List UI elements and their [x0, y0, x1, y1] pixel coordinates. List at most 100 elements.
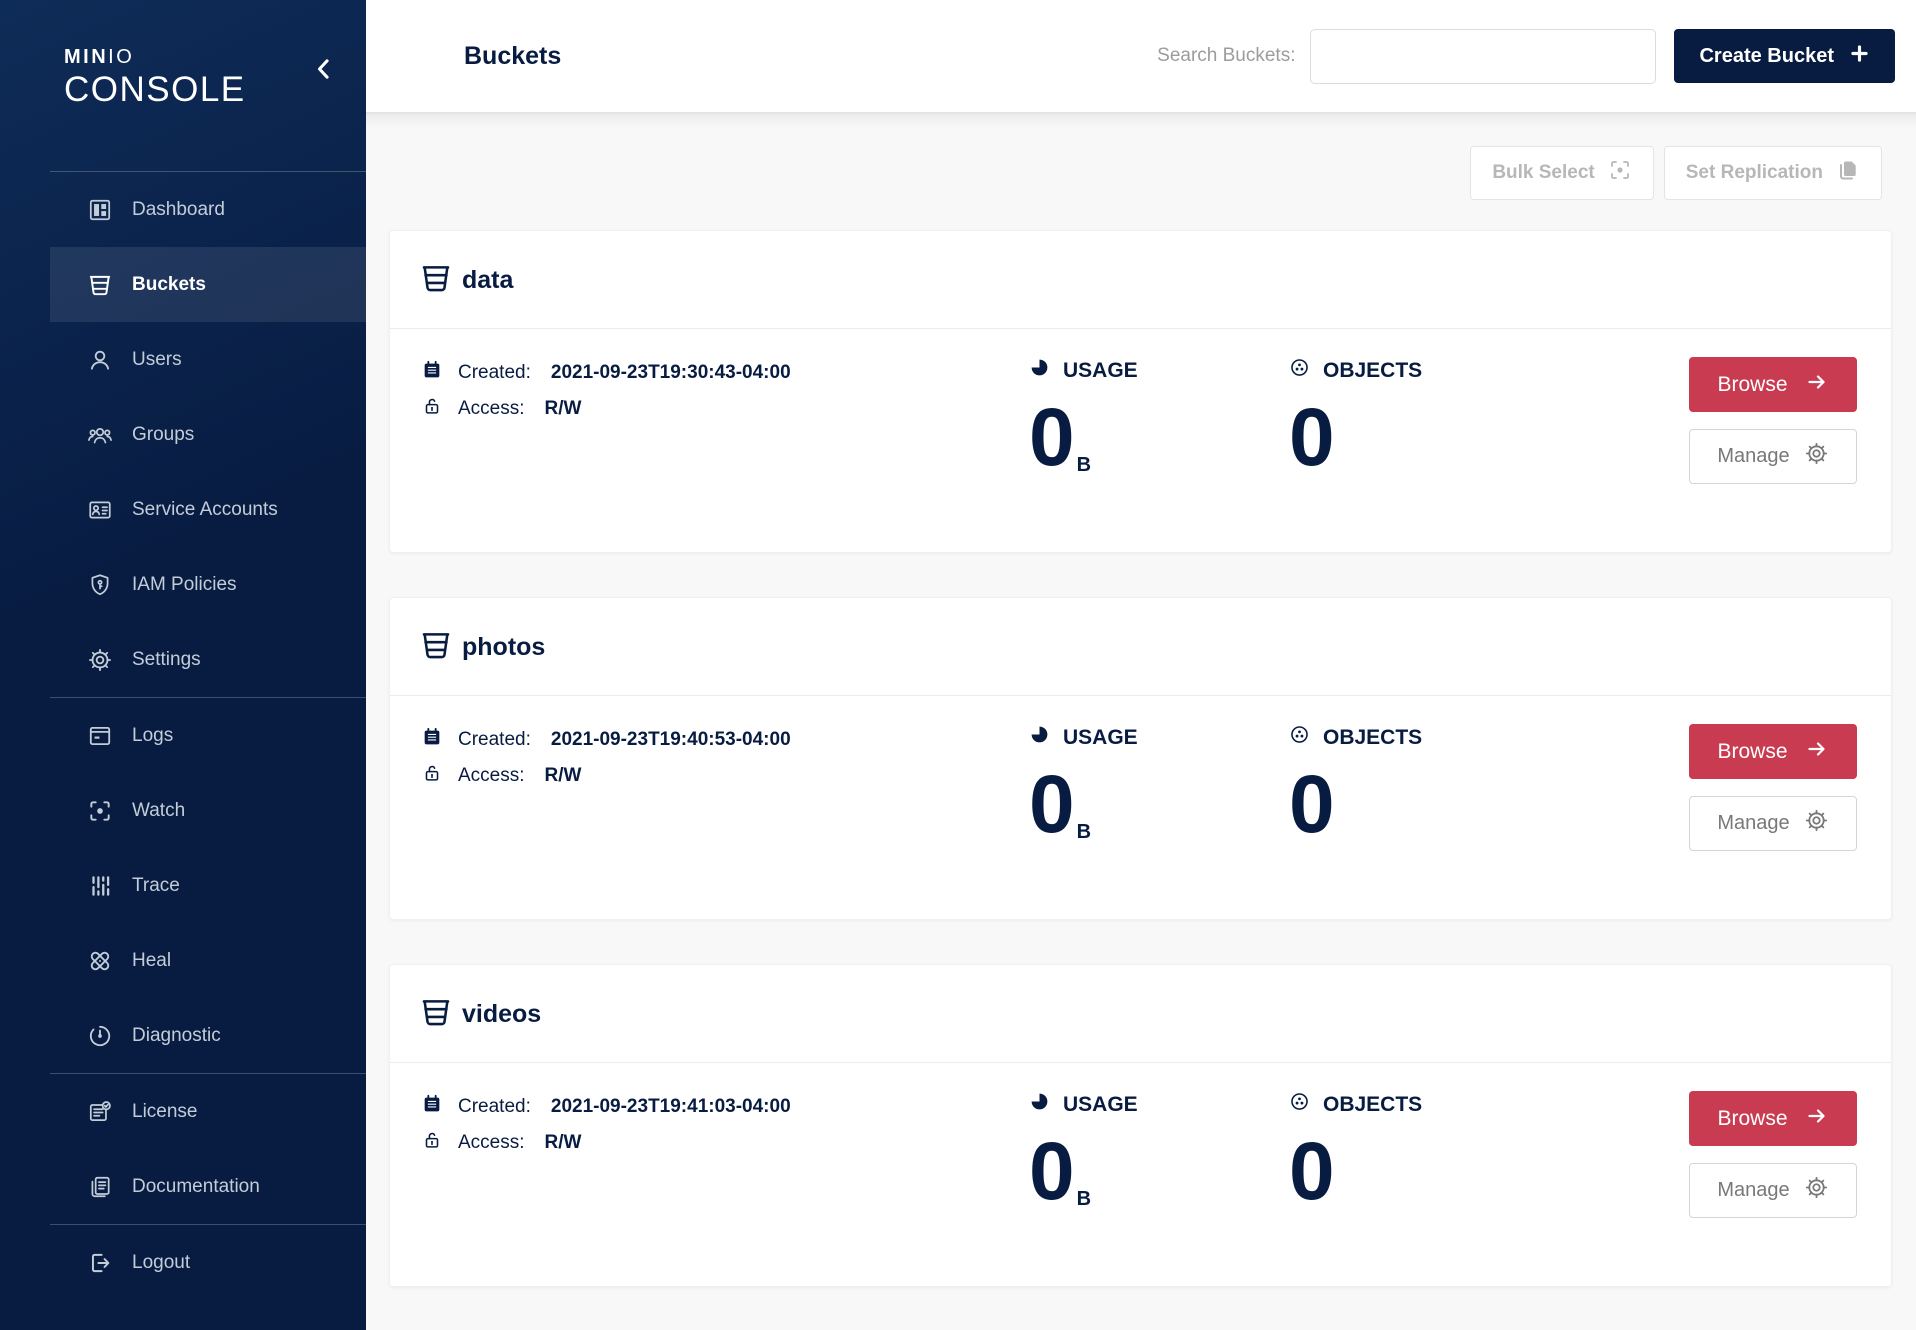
access-label: Access:	[458, 765, 525, 786]
usage-metric: USAGE 0B	[1029, 357, 1289, 483]
bucket-icon	[419, 261, 453, 300]
sidebar-item-buckets[interactable]: Buckets	[50, 247, 366, 322]
sidebar-item-trace[interactable]: Trace	[50, 848, 366, 923]
pie-chart-icon	[1029, 724, 1050, 751]
objects-value: 0	[1289, 1126, 1335, 1217]
sidebar-item-heal[interactable]: Heal	[50, 923, 366, 998]
sidebar-item-logout[interactable]: Logout	[50, 1225, 366, 1300]
chevron-left-icon	[316, 59, 330, 83]
created-label: Created:	[458, 362, 531, 383]
page-header: Buckets Search Buckets: Create Bucket	[366, 0, 1916, 114]
bucket-details: Created: 2021-09-23T19:41:03-04:00 Access…	[421, 1091, 1029, 1157]
sidebar-item-service-accounts[interactable]: Service Accounts	[50, 472, 366, 547]
bucket-created-line: Created: 2021-09-23T19:41:03-04:00	[421, 1093, 1029, 1121]
sidebar-item-logs[interactable]: Logs	[50, 698, 366, 773]
bucket-details: Created: 2021-09-23T19:40:53-04:00 Access…	[421, 724, 1029, 790]
diagnostic-icon	[86, 1022, 114, 1050]
bucket-created-line: Created: 2021-09-23T19:30:43-04:00	[421, 359, 1029, 387]
set-replication-button[interactable]: Set Replication	[1663, 146, 1882, 200]
browse-button[interactable]: Browse	[1689, 724, 1857, 779]
sidebar-item-documentation[interactable]: Documentation	[50, 1149, 366, 1224]
console-icon	[86, 722, 114, 750]
bulk-select-button[interactable]: Bulk Select	[1470, 146, 1654, 200]
lock-open-icon	[421, 395, 443, 423]
bucket-actions-toolbar: Bulk Select Set Replication	[389, 146, 1892, 200]
browse-button[interactable]: Browse	[1689, 1091, 1857, 1146]
bucket-card-data: data Created: 2021-09-23T19:30:43-04:00 A…	[389, 230, 1892, 553]
sidebar-item-groups[interactable]: Groups	[50, 397, 366, 472]
sidebar: MINIO CONSOLE Dashboard Buckets Users Gr…	[0, 0, 366, 1330]
access-value: R/W	[544, 398, 582, 419]
manage-button[interactable]: Manage	[1689, 796, 1857, 851]
created-label: Created:	[458, 1096, 531, 1117]
bucket-card-photos: photos Created: 2021-09-23T19:40:53-04:00…	[389, 597, 1892, 920]
usage-label-row: USAGE	[1029, 1091, 1289, 1118]
search-buckets-input[interactable]	[1310, 28, 1657, 84]
create-bucket-button[interactable]: Create Bucket	[1674, 29, 1895, 83]
sidebar-item-label: Trace	[132, 874, 180, 896]
sidebar-item-label: Settings	[132, 648, 201, 670]
trace-icon	[86, 872, 114, 900]
bucket-access-line: Access: R/W	[421, 395, 1029, 423]
created-value: 2021-09-23T19:40:53-04:00	[550, 729, 791, 750]
calendar-icon	[421, 359, 443, 387]
sidebar-item-users[interactable]: Users	[50, 322, 366, 397]
sidebar-collapse-button[interactable]	[314, 58, 332, 82]
browse-button[interactable]: Browse	[1689, 357, 1857, 412]
sidebar-item-watch[interactable]: Watch	[50, 773, 366, 848]
copy-icon	[1836, 158, 1860, 188]
arrow-right-icon	[1805, 737, 1829, 767]
sidebar-item-label: Dashboard	[132, 198, 225, 220]
bucket-card-body: Created: 2021-09-23T19:30:43-04:00 Access…	[390, 329, 1891, 552]
gear-icon	[86, 646, 114, 674]
sidebar-item-label: IAM Policies	[132, 573, 237, 595]
bucket-buttons: Browse Manage	[1689, 1091, 1857, 1218]
created-label: Created:	[458, 729, 531, 750]
sidebar-item-license[interactable]: License	[50, 1074, 366, 1149]
sidebar-item-label: Service Accounts	[132, 498, 278, 520]
sidebar-item-diagnostic[interactable]: Diagnostic	[50, 998, 366, 1073]
gear-icon	[1804, 441, 1829, 472]
access-value: R/W	[544, 765, 582, 786]
plus-icon	[1849, 43, 1870, 70]
usage-unit: B	[1076, 1187, 1092, 1210]
manage-button[interactable]: Manage	[1689, 1163, 1857, 1218]
usage-label-row: USAGE	[1029, 724, 1289, 751]
usage-value: 0B	[1029, 392, 1092, 483]
bucket-buttons: Browse Manage	[1689, 357, 1857, 484]
dashboard-icon	[86, 196, 114, 224]
sidebar-item-label: Buckets	[132, 273, 206, 295]
id-card-icon	[86, 496, 114, 524]
bucket-icon	[419, 995, 453, 1034]
header-actions: Search Buckets: Create Bucket	[1157, 28, 1895, 84]
bucket-card-header: videos	[390, 965, 1891, 1063]
bucket-buttons: Browse Manage	[1689, 724, 1857, 851]
watch-icon	[86, 797, 114, 825]
main-area: Buckets Search Buckets: Create Bucket Bu…	[366, 0, 1916, 1330]
objects-label-row: OBJECTS	[1289, 724, 1689, 751]
gear-icon	[1804, 1175, 1829, 1206]
arrow-right-icon	[1805, 1104, 1829, 1134]
sidebar-item-dashboard[interactable]: Dashboard	[50, 172, 366, 247]
bulk-select-icon	[1608, 158, 1632, 188]
bucket-card-header: data	[390, 231, 1891, 329]
sidebar-item-label: Logout	[132, 1251, 191, 1273]
app-logo: MINIO CONSOLE	[0, 0, 366, 171]
sidebar-item-iam-policies[interactable]: IAM Policies	[50, 547, 366, 622]
calendar-icon	[421, 726, 443, 754]
access-value: R/W	[544, 1132, 582, 1153]
bucket-name: photos	[462, 633, 546, 661]
usage-value: 0B	[1029, 759, 1092, 850]
bucket-icon	[86, 271, 114, 299]
calendar-icon	[421, 1093, 443, 1121]
bucket-access-line: Access: R/W	[421, 762, 1029, 790]
gear-icon	[1804, 808, 1829, 839]
access-label: Access:	[458, 1132, 525, 1153]
license-icon	[86, 1098, 114, 1126]
created-value: 2021-09-23T19:30:43-04:00	[550, 362, 791, 383]
lock-open-icon	[421, 762, 443, 790]
sidebar-item-settings[interactable]: Settings	[50, 622, 366, 697]
manage-button[interactable]: Manage	[1689, 429, 1857, 484]
objects-label-row: OBJECTS	[1289, 357, 1689, 384]
shield-icon	[86, 571, 114, 599]
